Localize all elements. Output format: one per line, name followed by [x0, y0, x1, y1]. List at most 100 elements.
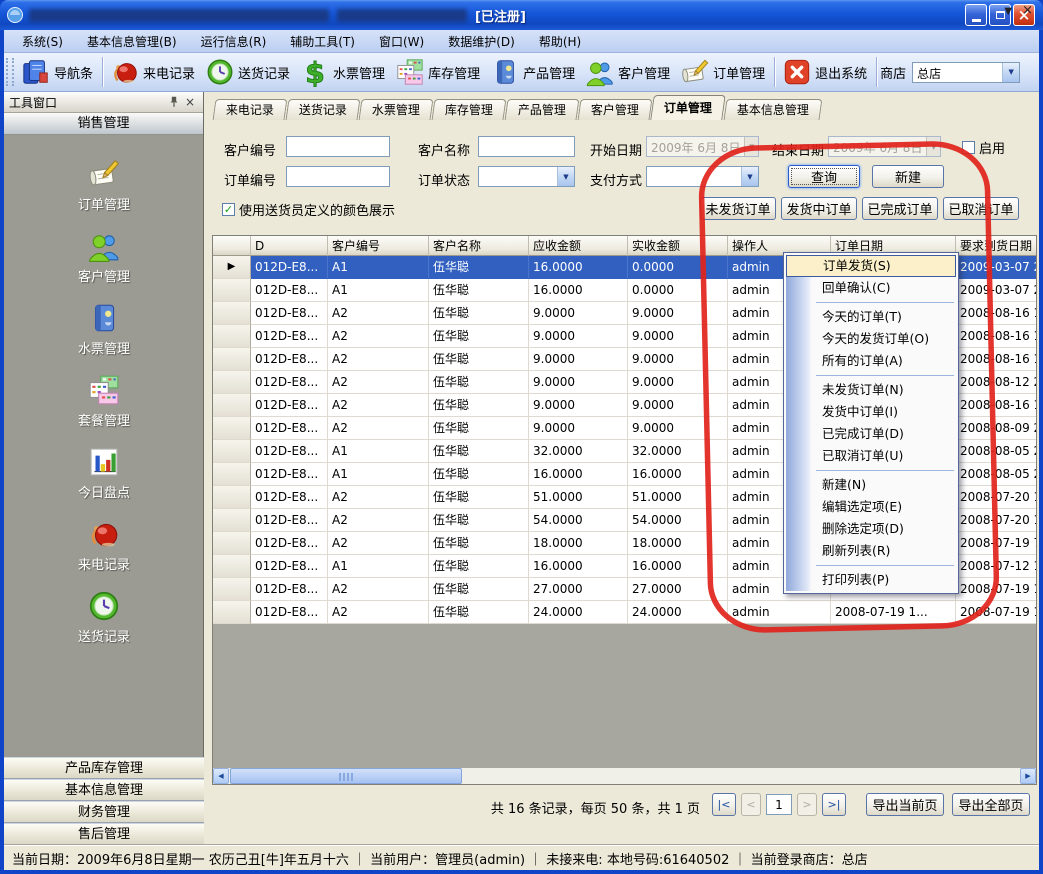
table-cell[interactable]: 伍华聪 — [429, 256, 529, 279]
checkbox-box[interactable] — [962, 141, 975, 154]
toolbar-button[interactable]: 产品管理 — [486, 55, 581, 89]
sidebar-item[interactable]: 套餐管理 — [78, 373, 130, 429]
table-cell[interactable]: A2 — [328, 532, 429, 555]
titlebar[interactable]: [已注册] × — [0, 0, 1043, 30]
row-selector-cell[interactable] — [213, 601, 251, 624]
table-cell[interactable]: 0.0000 — [628, 279, 728, 302]
table-cell[interactable]: 2008-08-16 1... — [956, 325, 1037, 348]
context-menu-item[interactable]: 今天的发货订单(O) — [786, 328, 956, 350]
order-status-filter-button[interactable]: 未发货订单 — [700, 197, 776, 220]
table-cell[interactable]: A1 — [328, 279, 429, 302]
table-cell[interactable]: 16.0000 — [628, 555, 728, 578]
context-menu-item[interactable]: 未发货订单(N) — [786, 379, 956, 401]
table-cell[interactable]: 2008-07-20 1... — [956, 486, 1037, 509]
table-cell[interactable]: 51.0000 — [529, 486, 628, 509]
context-menu-item[interactable]: 编辑选定项(E) — [786, 496, 956, 518]
table-cell[interactable]: 9.0000 — [529, 371, 628, 394]
table-cell[interactable]: 012D-E8... — [251, 578, 328, 601]
table-cell[interactable]: 16.0000 — [529, 256, 628, 279]
pin-icon[interactable] — [166, 95, 182, 109]
table-cell[interactable]: 18.0000 — [529, 532, 628, 555]
row-selector-cell[interactable]: ▶ — [213, 256, 251, 279]
first-page-button[interactable]: |< — [712, 793, 736, 816]
order-status-filter-button[interactable]: 已完成订单 — [862, 197, 938, 220]
table-cell[interactable]: 24.0000 — [628, 601, 728, 624]
query-button[interactable]: 查询 — [788, 165, 860, 188]
context-menu-item[interactable] — [786, 467, 956, 474]
table-cell[interactable]: 伍华聪 — [429, 463, 529, 486]
table-cell[interactable]: 012D-E8... — [251, 532, 328, 555]
table-cell[interactable]: 16.0000 — [628, 463, 728, 486]
table-cell[interactable]: 27.0000 — [628, 578, 728, 601]
row-selector-cell[interactable] — [213, 371, 251, 394]
table-cell[interactable]: A2 — [328, 348, 429, 371]
menu-bar-item[interactable]: 窗口(W) — [369, 31, 434, 52]
context-menu-item[interactable] — [786, 372, 956, 379]
table-cell[interactable]: 伍华聪 — [429, 302, 529, 325]
scrollbar-thumb[interactable] — [230, 768, 462, 784]
table-cell[interactable]: 2008-08-12 2... — [956, 371, 1037, 394]
table-cell[interactable]: 012D-E8... — [251, 279, 328, 302]
table-cell[interactable]: 2008-08-16 1... — [956, 394, 1037, 417]
tab[interactable]: 水票管理 — [359, 99, 434, 120]
table-cell[interactable]: A2 — [328, 302, 429, 325]
menu-bar-item[interactable]: 运行信息(R) — [191, 31, 277, 52]
sidebar-item[interactable]: 水票管理 — [78, 301, 130, 357]
sidebar-section-bar[interactable]: 基本信息管理 — [4, 779, 204, 801]
scroll-right-icon[interactable]: ▶ — [1020, 768, 1036, 784]
export-current-page-button[interactable]: 导出当前页 — [866, 793, 944, 816]
sidebar-item[interactable]: 今日盘点 — [78, 445, 130, 501]
table-cell[interactable]: 伍华聪 — [429, 440, 529, 463]
table-cell[interactable]: 2008-08-05 2... — [956, 463, 1037, 486]
table-cell[interactable]: 9.0000 — [628, 417, 728, 440]
pay-method-select[interactable]: ▼ — [646, 166, 759, 187]
context-menu-item[interactable]: 新建(N) — [786, 474, 956, 496]
customer-name-input[interactable] — [478, 136, 575, 157]
table-cell[interactable]: 9.0000 — [529, 394, 628, 417]
row-selector-cell[interactable] — [213, 555, 251, 578]
table-cell[interactable]: 012D-E8... — [251, 348, 328, 371]
sidebar-close-icon[interactable]: × — [182, 95, 198, 109]
table-cell[interactable]: 32.0000 — [529, 440, 628, 463]
table-cell[interactable]: 9.0000 — [628, 302, 728, 325]
table-cell[interactable]: 54.0000 — [529, 509, 628, 532]
context-menu-item[interactable] — [786, 299, 956, 306]
chevron-down-icon[interactable]: ▼ — [557, 167, 574, 186]
table-cell[interactable]: 9.0000 — [628, 394, 728, 417]
context-menu-item[interactable]: 回单确认(C) — [786, 277, 956, 299]
context-menu-item[interactable]: 订单发货(S) — [786, 255, 956, 277]
table-cell[interactable]: 012D-E8... — [251, 371, 328, 394]
table-cell[interactable]: 2009-03-07 2... — [956, 256, 1037, 279]
prev-page-button[interactable]: < — [741, 793, 761, 816]
menu-bar-item[interactable]: 数据维护(D) — [438, 31, 525, 52]
order-no-input[interactable] — [286, 166, 390, 187]
table-cell[interactable]: 51.0000 — [628, 486, 728, 509]
table-cell[interactable]: 伍华聪 — [429, 371, 529, 394]
last-page-button[interactable]: >| — [822, 793, 846, 816]
context-menu-item[interactable]: 已完成订单(D) — [786, 423, 956, 445]
sidebar-section-bar[interactable]: 产品库存管理 — [4, 757, 204, 779]
table-cell[interactable]: 2008-07-19 1... — [956, 601, 1037, 624]
table-cell[interactable]: 2008-08-05 2... — [956, 440, 1037, 463]
table-cell[interactable]: 伍华聪 — [429, 578, 529, 601]
row-selector-cell[interactable] — [213, 325, 251, 348]
table-cell[interactable]: 012D-E8... — [251, 394, 328, 417]
order-status-filter-button[interactable]: 已取消订单 — [943, 197, 1019, 220]
context-menu-item[interactable] — [786, 562, 956, 569]
tab-close-icon[interactable]: × — [1022, 3, 1033, 18]
toolbar-button[interactable]: 库存管理 — [391, 55, 486, 89]
table-cell[interactable]: 012D-E8... — [251, 509, 328, 532]
context-menu-item[interactable]: 刷新列表(R) — [786, 540, 956, 562]
table-cell[interactable]: 012D-E8... — [251, 256, 328, 279]
table-cell[interactable]: 2008-07-19 1... — [831, 601, 956, 624]
sidebar-item[interactable]: 送货记录 — [78, 589, 130, 645]
context-menu-item[interactable]: 今天的订单(T) — [786, 306, 956, 328]
context-menu-item[interactable]: 打印列表(P) — [786, 569, 956, 591]
tab[interactable]: 库存管理 — [432, 99, 507, 120]
table-cell[interactable]: 32.0000 — [628, 440, 728, 463]
chevron-down-icon[interactable]: ▼ — [741, 167, 758, 186]
table-cell[interactable]: 伍华聪 — [429, 394, 529, 417]
row-selector-cell[interactable] — [213, 578, 251, 601]
table-cell[interactable]: 012D-E8... — [251, 417, 328, 440]
table-cell[interactable]: A2 — [328, 486, 429, 509]
